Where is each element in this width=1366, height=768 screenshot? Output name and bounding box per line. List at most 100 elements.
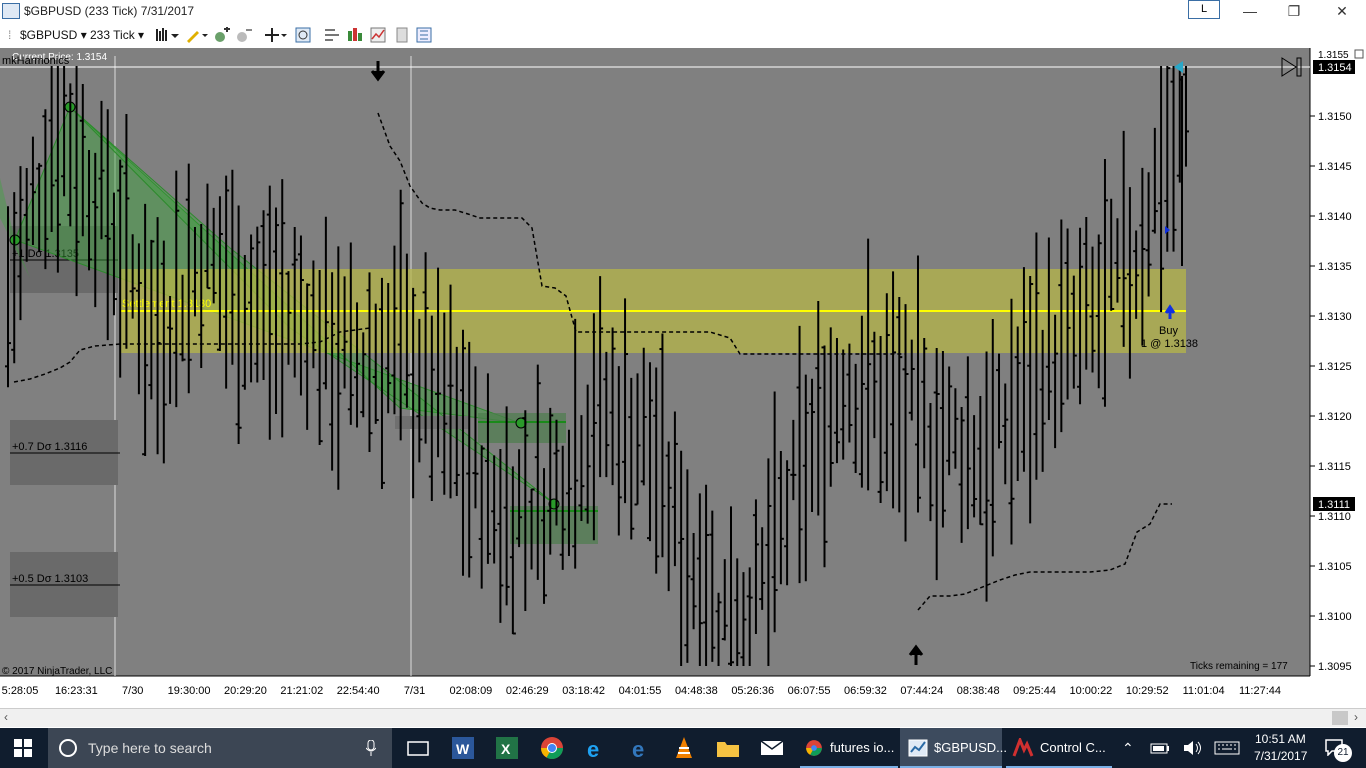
windows-start-icon[interactable] (14, 739, 32, 757)
y-tick-label: 1.3130 (1318, 311, 1352, 323)
price-axis-top-partial: 1.3155 (1318, 50, 1349, 61)
taskbar-app-label: futures io... (830, 740, 895, 755)
volume-icon[interactable] (1182, 740, 1202, 756)
svg-text:e: e (587, 737, 599, 762)
search-placeholder: Type here to search (88, 740, 212, 756)
svg-text:X: X (501, 741, 511, 757)
order-label: Buy (1159, 325, 1178, 337)
x-tick-label: 10:29:52 (1126, 685, 1169, 697)
taskbar-search-box[interactable]: Type here to search (48, 728, 392, 768)
y-tick-label: 1.3095 (1318, 661, 1352, 673)
copyright: © 2017 NinjaTrader, LLC (2, 666, 112, 677)
taskbar-app-label: Control C... (1040, 740, 1106, 755)
taskbar-app-chrome[interactable]: futures io... (800, 728, 898, 768)
crosshair-icon[interactable] (264, 27, 290, 43)
maximize-button[interactable]: ❐ (1272, 0, 1316, 22)
word-icon[interactable]: W (449, 734, 477, 762)
taskbar-app-label: $GBPUSD... (934, 740, 1007, 755)
svg-text:W: W (456, 741, 470, 757)
windows-taskbar: Type here to search W X e e futures io..… (0, 728, 1366, 768)
x-tick-label: 04:48:38 (675, 685, 718, 697)
data-box-icon[interactable] (295, 27, 311, 43)
price-flag-low-text: 1.3111 (1318, 499, 1350, 511)
y-tick-label: 1.3135 (1318, 261, 1352, 273)
properties-icon[interactable] (324, 27, 340, 43)
zoom-out-icon[interactable] (236, 27, 252, 43)
svg-text:e: e (632, 737, 644, 762)
drawing-tool-icon[interactable] (185, 27, 211, 43)
x-tick-label: 09:25:44 (1013, 685, 1056, 697)
y-tick-label: 1.3105 (1318, 561, 1352, 573)
y-tick-label: 1.3125 (1318, 361, 1352, 373)
taskbar-app-control-center[interactable]: Control C... (1006, 728, 1112, 768)
search-icon (59, 739, 77, 757)
zoom-in-icon[interactable] (214, 27, 230, 43)
instrument-label: $GBPUSD (20, 28, 78, 42)
task-view-icon[interactable] (404, 734, 432, 762)
y-tick-label: 1.3115 (1318, 461, 1351, 473)
sd-label-05: +0.5 Dσ 1.3103 (12, 573, 88, 585)
minimize-button[interactable]: — (1228, 0, 1272, 22)
x-tick-label: 22:54:40 (337, 685, 380, 697)
instrument-selector[interactable]: $GBPUSD ▾ (20, 26, 87, 44)
x-tick-label: 11:01:04 (1183, 685, 1225, 697)
interval-selector[interactable]: 233 Tick ▾ (90, 26, 144, 44)
interval-label: 233 Tick (90, 28, 135, 42)
chrome-window-icon (806, 740, 822, 756)
chevron-up-icon[interactable]: ⌃ (1122, 728, 1134, 768)
taskbar-app-ninjatrader[interactable]: $GBPUSD... (900, 728, 1007, 768)
bar-style-icon[interactable] (155, 27, 181, 43)
settlement-label: Settlement 1.3130 (122, 298, 211, 310)
clock-time[interactable]: 10:51 AM (1255, 732, 1306, 746)
y-tick-label: 1.3100 (1318, 611, 1352, 623)
vlc-icon[interactable] (670, 734, 698, 762)
x-tick-label: 20:29:20 (224, 685, 267, 697)
x-tick-label: 08:38:48 (957, 685, 1000, 697)
templates-icon[interactable] (394, 27, 410, 43)
x-tick-label: 05:26:36 (731, 685, 774, 697)
battery-icon[interactable] (1150, 741, 1170, 755)
y-tick-label: 1.3140 (1318, 211, 1352, 223)
ninjatrader-chart-icon (2, 3, 20, 19)
window-title: $GBPUSD (233 Tick) 7/31/2017 (24, 4, 195, 18)
price-chart[interactable]: +1 Dσ 1.3135 +0.7 Dσ 1.3116 +0.5 Dσ 1.31… (0, 48, 1366, 708)
ninjatrader-icon (908, 739, 928, 757)
x-tick-label: 07:44:24 (900, 685, 943, 697)
toolbar-grip: ⁞ (8, 28, 12, 42)
x-tick-label: 21:21:02 (280, 685, 323, 697)
x-tick-label: 06:59:32 (844, 685, 887, 697)
indicators-icon[interactable] (370, 27, 386, 43)
scroll-left-icon[interactable]: ‹ (4, 710, 8, 724)
close-button[interactable]: ✕ (1320, 0, 1364, 22)
x-tick-label: 7/31 (404, 685, 425, 697)
scroll-thumb[interactable] (1332, 711, 1348, 725)
x-tick-label: 19:30:00 (168, 685, 211, 697)
scroll-right-icon[interactable]: › (1354, 710, 1358, 724)
clock-date[interactable]: 7/31/2017 (1254, 749, 1307, 763)
x-tick-label: 10:00:22 (1069, 685, 1112, 697)
microphone-icon[interactable] (366, 740, 376, 756)
x-tick-label: 06:07:55 (788, 685, 831, 697)
horizontal-scrollbar[interactable]: ‹ › (0, 708, 1366, 727)
chart-trader-icon[interactable] (416, 27, 432, 43)
keyboard-icon[interactable] (1214, 741, 1240, 755)
ticks-remaining: Ticks remaining = 177 (1190, 661, 1288, 672)
notification-count: 21 (1334, 744, 1352, 762)
chart-background (0, 48, 1310, 676)
strategies-icon[interactable] (347, 27, 363, 43)
layout-button[interactable]: L (1188, 0, 1220, 19)
x-tick-label: 11:27:44 (1239, 685, 1281, 697)
time-axis-ticks: 5:28:05 16:23:31 7/30 19:30:00 20:29:20 21:21… (2, 685, 1281, 697)
edge-icon[interactable]: e (626, 734, 654, 762)
title-bar: $GBPUSD (233 Tick) 7/31/2017 L — ❐ ✕ (0, 0, 1366, 22)
excel-icon[interactable]: X (493, 734, 521, 762)
y-tick-label: 1.3145 (1318, 161, 1352, 173)
x-tick-label: 5:28:05 (2, 685, 39, 697)
action-center[interactable]: 21 (1320, 734, 1354, 762)
file-explorer-icon[interactable] (714, 734, 742, 762)
mail-icon[interactable] (758, 734, 786, 762)
y-tick-label: 1.3110 (1318, 511, 1351, 523)
chrome-icon[interactable] (538, 734, 566, 762)
internet-explorer-icon[interactable]: e (582, 734, 610, 762)
y-tick-label: 1.3150 (1318, 111, 1352, 123)
